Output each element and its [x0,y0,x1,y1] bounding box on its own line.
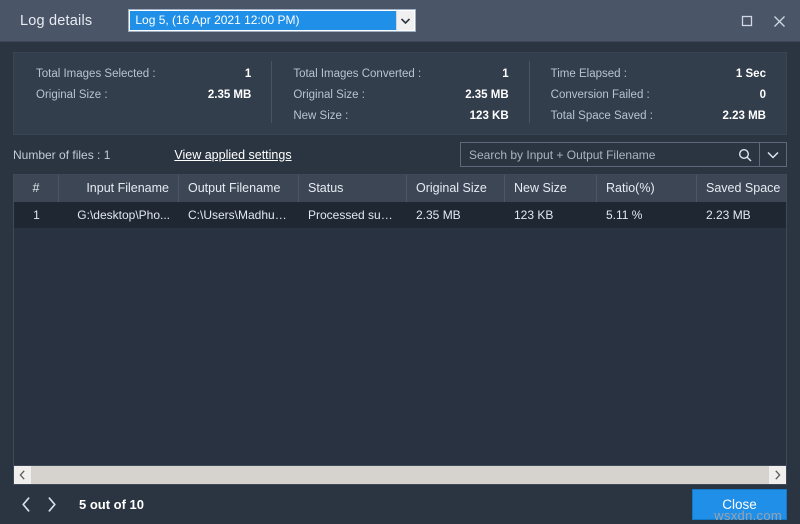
next-page-button[interactable] [39,492,65,518]
close-button[interactable]: Close [692,489,787,520]
log-table: # Input Filename Output Filename Status … [13,174,787,485]
chevron-right-icon[interactable] [769,466,786,484]
titlebar: Log details Log 5, (16 Apr 2021 12:00 PM… [0,0,800,42]
page-title: Log details [20,12,93,29]
stat-row: Total Images Converted : 1 [293,64,508,85]
log-selector-value: Log 5, (16 Apr 2021 12:00 PM) [130,11,397,30]
search-icon[interactable] [731,148,759,162]
cell-saved-space: 2.23 MB [706,208,751,222]
close-icon[interactable] [764,6,794,36]
stat-value: 2.35 MB [207,89,252,101]
summary-panel: Total Images Selected : 1 Original Size … [13,52,787,135]
prev-page-button[interactable] [13,492,39,518]
stat-row: Time Elapsed : 1 Sec [551,64,766,85]
page-status-label: 5 out of 10 [79,497,145,512]
stat-row: Total Images Selected : 1 [36,64,251,85]
cell-ratio: 5.11 % [606,208,643,222]
chevron-down-icon[interactable] [396,11,415,30]
column-header-saved-space[interactable]: Saved Space [697,175,785,202]
column-header-ratio[interactable]: Ratio(%) [597,175,697,202]
stat-value: 123 KB [469,110,509,122]
stat-label: Original Size : [293,89,365,101]
stat-label: New Size : [293,110,349,122]
files-count-label: Number of files : 1 [13,147,111,162]
stat-value: 1 [244,68,252,80]
log-details-dialog: Log details Log 5, (16 Apr 2021 12:00 PM… [0,0,800,524]
column-header-status[interactable]: Status [299,175,407,202]
summary-section: Total Images Selected : 1 Original Size … [0,42,800,135]
column-header-num[interactable]: # [14,175,59,202]
summary-column-selected: Total Images Selected : 1 Original Size … [14,64,271,106]
view-applied-settings-link[interactable]: View applied settings [174,148,291,162]
footer-bar: 5 out of 10 Close wsxdn.com [0,485,800,524]
stat-value: 1 [502,68,509,80]
stat-row: Original Size : 2.35 MB [293,85,508,106]
stat-label: Total Images Converted : [293,68,422,80]
stat-label: Original Size : [36,89,108,101]
stat-label: Time Elapsed : [550,68,627,80]
stat-label: Total Images Selected : [36,68,156,80]
table-header-row: # Input Filename Output Filename Status … [14,175,786,202]
table-row[interactable]: 1 G:\desktop\Pho... C:\Users\Madhuri... … [14,202,786,228]
search-box[interactable] [460,142,787,167]
column-header-original-size[interactable]: Original Size [407,175,505,202]
table-body: 1 G:\desktop\Pho... C:\Users\Madhuri... … [14,202,786,465]
stat-label: Conversion Failed : [550,89,650,101]
summary-column-converted: Total Images Converted : 1 Original Size… [271,61,528,127]
stat-row: Conversion Failed : 0 [551,85,766,106]
cell-output-filename: C:\Users\Madhuri... [188,208,292,222]
maximize-icon[interactable] [732,6,762,36]
stat-value: 2.23 MB [722,110,766,122]
table-toolbar: Number of files : 1 View applied setting… [0,135,800,174]
chevron-left-icon[interactable] [14,466,31,484]
cell-new-size: 123 KB [514,208,554,222]
cell-num: 1 [33,208,40,222]
scrollbar-thumb[interactable] [31,466,769,484]
stat-row: Original Size : 2.35 MB [36,85,251,106]
horizontal-scrollbar[interactable] [14,465,786,484]
cell-original-size: 2.35 MB [416,208,461,222]
column-header-output[interactable]: Output Filename [179,175,299,202]
log-selector-dropdown[interactable]: Log 5, (16 Apr 2021 12:00 PM) [128,9,417,32]
stat-label: Total Space Saved : [550,110,653,122]
stat-value: 2.35 MB [465,89,509,101]
column-header-new-size[interactable]: New Size [505,175,597,202]
stat-row: New Size : 123 KB [293,106,508,127]
search-input[interactable] [461,143,731,166]
column-header-input[interactable]: Input Filename [59,175,179,202]
search-filter-chevron-down-icon[interactable] [759,143,786,166]
stat-value: 1 Sec [735,68,766,80]
window-controls [732,0,794,42]
cell-status: Processed succes... [308,208,407,222]
cell-input-filename: G:\desktop\Pho... [77,208,170,222]
stat-row: Total Space Saved : 2.23 MB [551,106,766,127]
summary-column-timing: Time Elapsed : 1 Sec Conversion Failed :… [528,61,786,127]
stat-value: 0 [759,89,766,101]
